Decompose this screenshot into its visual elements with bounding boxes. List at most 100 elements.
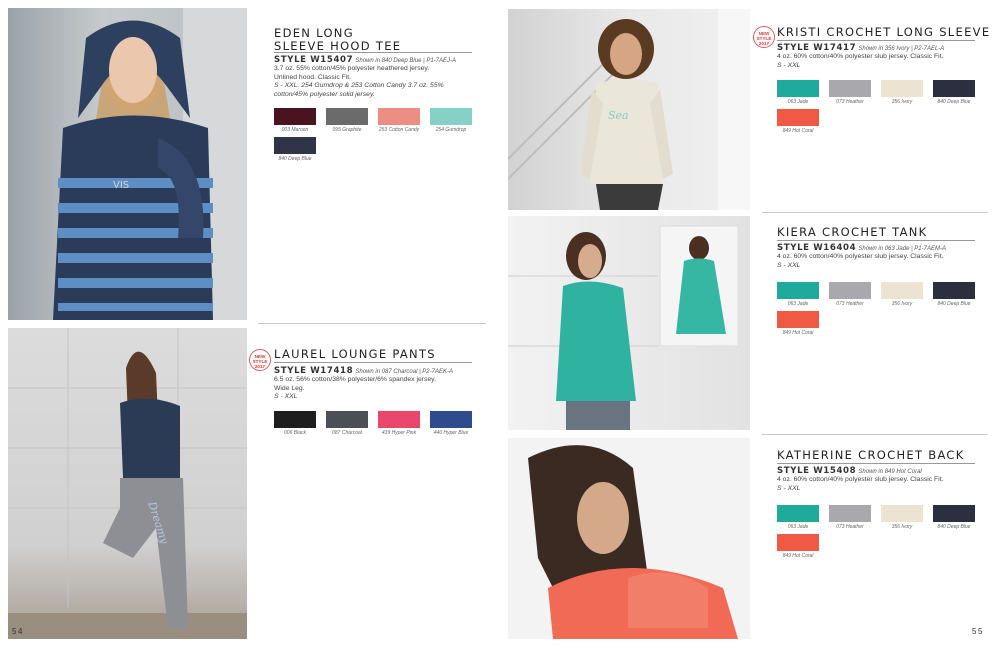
katherine-back-photo	[508, 438, 750, 639]
swatch-chip	[829, 505, 871, 522]
kristi-description: 4 oz. 60% cotton/40% polyester slub jers…	[777, 53, 944, 69]
katherine-description: 4 oz. 60% cotton/40% polyester slub jers…	[777, 476, 944, 492]
laurel-title: LAUREL LOUNGE PANTS	[274, 347, 436, 361]
swatch-chip	[933, 282, 975, 299]
swatch-chip	[378, 411, 420, 428]
swatch-label: 073 Heather	[836, 301, 864, 307]
kristi-long-sleeve-photo: Sea	[508, 9, 750, 210]
color-swatch: 439 Hyper Pink	[378, 411, 420, 436]
swatch-label: 840 Deep Blue	[278, 156, 312, 162]
laurel-description: 6.5 oz. 56% cotton/38% polyester/6% span…	[274, 376, 436, 401]
color-swatch: 849 Hot Coral	[777, 311, 819, 336]
color-swatch: 073 Heather	[829, 505, 871, 530]
swatch-label: 849 Hot Coral	[782, 553, 814, 559]
color-swatch: 356 Ivory	[881, 80, 923, 105]
swatch-chip	[777, 505, 819, 522]
swatch-chip	[777, 534, 819, 551]
title-underline	[274, 362, 472, 363]
swatch-label: 253 Cotton Candy	[378, 127, 420, 133]
swatch-label: 849 Hot Coral	[782, 128, 814, 134]
swatch-label: 006 Black	[284, 430, 306, 436]
swatch-label: 840 Deep Blue	[937, 524, 971, 530]
swatch-chip	[881, 505, 923, 522]
swatch-chip	[881, 80, 923, 97]
swatch-chip	[933, 80, 975, 97]
section-divider	[762, 434, 988, 435]
swatch-label: 356 Ivory	[891, 99, 913, 105]
kristi-title: KRISTI CROCHET LONG SLEEVE	[777, 25, 991, 39]
eden-description: 3.7 oz. 55% cotton/45% polyester heather…	[274, 65, 444, 98]
page-number-left: 54	[12, 627, 24, 636]
swatch-chip	[829, 80, 871, 97]
color-swatch: 095 Graphite	[326, 108, 368, 133]
swatch-label: 087 Charcoal	[332, 430, 362, 436]
swatch-label: 063 Jade	[787, 99, 809, 105]
swatch-label: 073 Heather	[836, 524, 864, 530]
eden-hood-tee-photo: VIS	[8, 8, 247, 320]
swatch-label: 254 Gumdrop	[435, 127, 467, 133]
swatch-label: 003 Maroon	[281, 127, 309, 133]
new-style-badge: NEW STYLE 2017	[753, 26, 775, 48]
new-style-badge: NEW STYLE 2017	[249, 349, 271, 371]
swatch-chip	[777, 80, 819, 97]
swatch-chip	[274, 411, 316, 428]
swatch-chip	[777, 282, 819, 299]
color-swatch: 840 Deep Blue	[933, 282, 975, 307]
color-swatch: 087 Charcoal	[326, 411, 368, 436]
swatch-label: 840 Deep Blue	[937, 301, 971, 307]
color-swatch: 254 Gumdrop	[430, 108, 472, 133]
svg-text:Sea: Sea	[608, 109, 629, 122]
color-swatch: 840 Deep Blue	[274, 137, 316, 162]
swatch-label: 063 Jade	[787, 524, 809, 530]
color-swatch: 063 Jade	[777, 80, 819, 105]
color-swatch: 073 Heather	[829, 80, 871, 105]
swatch-chip	[777, 109, 819, 126]
eden-title: EDEN LONG SLEEVE HOOD TEE	[274, 26, 402, 53]
color-swatch: 253 Cotton Candy	[378, 108, 420, 133]
swatch-chip	[326, 108, 368, 125]
swatch-chip	[430, 108, 472, 125]
color-swatch: 840 Deep Blue	[933, 505, 975, 530]
swatch-chip	[829, 282, 871, 299]
swatch-label: 440 Hyper Blue	[433, 430, 469, 436]
swatch-label: 095 Graphite	[332, 127, 362, 133]
swatch-chip	[378, 108, 420, 125]
color-swatch: 006 Black	[274, 411, 316, 436]
section-divider	[762, 212, 988, 213]
swatch-chip	[430, 411, 472, 428]
color-swatch: 073 Heather	[829, 282, 871, 307]
title-underline	[777, 463, 975, 464]
color-swatch: 840 Deep Blue	[933, 80, 975, 105]
laurel-lounge-pants-photo: Dreamy	[8, 328, 247, 639]
kiera-title: KIERA CROCHET TANK	[777, 225, 928, 239]
color-swatch: 003 Maroon	[274, 108, 316, 133]
swatch-label: 840 Deep Blue	[937, 99, 971, 105]
color-swatch: 849 Hot Coral	[777, 109, 819, 134]
swatch-chip	[274, 108, 316, 125]
color-swatch: 063 Jade	[777, 282, 819, 307]
title-underline	[274, 52, 472, 53]
title-underline	[777, 40, 975, 41]
swatch-label: 356 Ivory	[891, 524, 913, 530]
color-swatch: 440 Hyper Blue	[430, 411, 472, 436]
swatch-label: 439 Hyper Pink	[381, 430, 417, 436]
katherine-title: KATHERINE CROCHET BACK	[777, 448, 965, 462]
color-swatch: 849 Hot Coral	[777, 534, 819, 559]
color-swatch: 356 Ivory	[881, 282, 923, 307]
title-underline	[777, 240, 975, 241]
swatch-label: 073 Heather	[836, 99, 864, 105]
swatch-chip	[933, 505, 975, 522]
swatch-label: 849 Hot Coral	[782, 330, 814, 336]
swatch-chip	[326, 411, 368, 428]
swatch-chip	[881, 282, 923, 299]
swatch-chip	[777, 311, 819, 328]
color-swatch: 063 Jade	[777, 505, 819, 530]
svg-text:VIS: VIS	[113, 180, 129, 191]
swatch-chip	[274, 137, 316, 154]
kiera-tank-photo	[508, 216, 750, 430]
color-swatch: 356 Ivory	[881, 505, 923, 530]
swatch-label: 063 Jade	[787, 301, 809, 307]
kiera-description: 4 oz. 60% cotton/40% polyester slub jers…	[777, 253, 944, 269]
swatch-label: 356 Ivory	[891, 301, 913, 307]
section-divider	[258, 323, 486, 324]
